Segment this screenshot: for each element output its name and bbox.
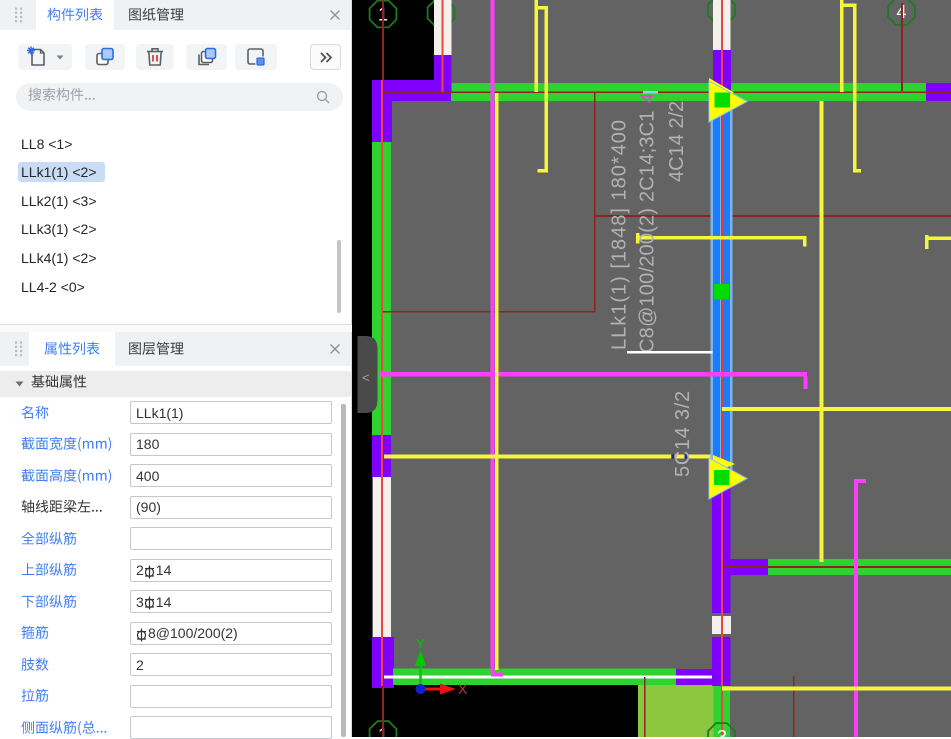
svg-text:4: 4 [638,93,658,103]
svg-text:Y: Y [416,636,425,651]
svg-text:5C14 3/2: 5C14 3/2 [672,390,694,477]
svg-text:LLk1(1) [1848] 180*400: LLk1(1) [1848] 180*400 [609,119,631,350]
svg-text:X: X [458,681,468,697]
svg-text:C8@100/200(2) 2C14;3C1: C8@100/200(2) 2C14;3C1 [637,110,659,353]
svg-text:3: 3 [717,727,727,737]
svg-text:4C14 2/2: 4C14 2/2 [666,101,688,182]
svg-text:<: < [362,370,370,385]
